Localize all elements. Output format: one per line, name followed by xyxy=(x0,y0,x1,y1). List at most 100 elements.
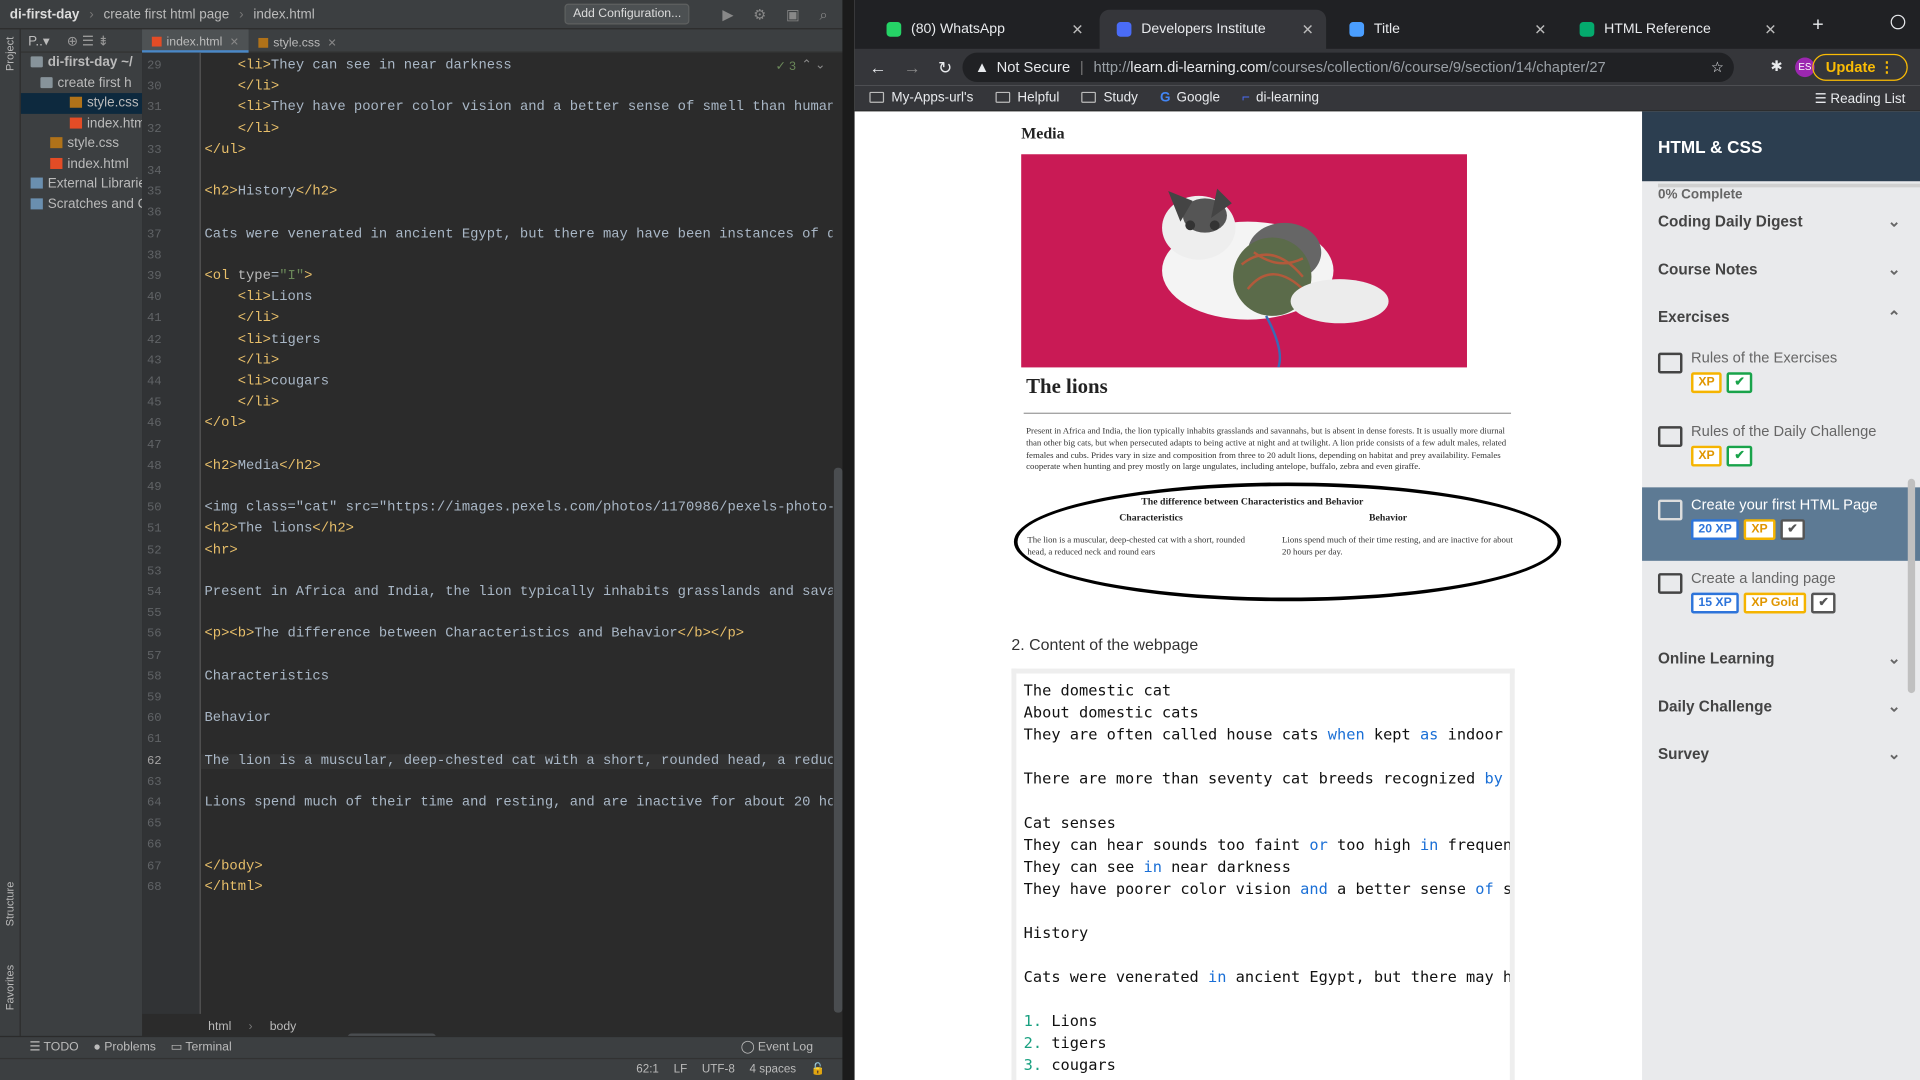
progress-label: 0% Complete xyxy=(1657,183,1920,202)
browser-tab[interactable]: HTML Reference ✕ xyxy=(1562,10,1789,49)
debug-icon[interactable]: ⚙ xyxy=(753,6,776,23)
browser-tab[interactable]: (80) WhatsApp ✕ xyxy=(869,10,1096,49)
tab-style-css[interactable]: style.css ✕ xyxy=(249,29,347,52)
output-line: The domestic cat xyxy=(1023,680,1172,700)
sidebar-section-course-notes[interactable]: Course Notes ⌄ xyxy=(1642,245,1920,293)
indent-setting[interactable]: 4 spaces xyxy=(750,1063,797,1076)
close-icon[interactable]: ✕ xyxy=(1302,21,1314,38)
warning-icon[interactable]: ▲ xyxy=(975,59,990,76)
tree-item[interactable]: style.css xyxy=(20,93,143,114)
event-log-tab[interactable]: ◯ Event Log xyxy=(741,1041,813,1054)
breadcrumb-body[interactable]: body xyxy=(270,1019,297,1032)
search-icon[interactable]: ⌕ xyxy=(820,6,838,23)
breadcrumb-html[interactable]: html xyxy=(208,1019,231,1032)
file-encoding[interactable]: UTF-8 xyxy=(702,1063,735,1076)
project-name[interactable]: di-first-day xyxy=(10,7,80,22)
vertical-scrollbar[interactable] xyxy=(833,467,843,1013)
tab-search-icon[interactable] xyxy=(1890,14,1906,30)
line-number: 42 xyxy=(146,333,162,348)
line-number: 54 xyxy=(146,586,162,601)
structure-tool-tab[interactable]: Structure xyxy=(4,882,16,927)
code-editor[interactable]: index.html ✕ style.css ✕ 29 30 31 32 33 34 35 36 3… xyxy=(142,29,843,1041)
toolbar-icons[interactable]: ▶ ⚙ ▣ ⌕ xyxy=(713,6,838,24)
sidebar-section-survey[interactable]: Survey ⌄ xyxy=(1642,730,1920,778)
xp-badge: ✔ xyxy=(1726,372,1752,394)
chevron-down-icon[interactable]: ⌄ xyxy=(1888,744,1901,763)
browser-tab[interactable]: Title ✕ xyxy=(1332,10,1559,49)
browser-tab[interactable]: Developers Institute ✕ xyxy=(1099,9,1327,49)
panel-title[interactable]: P..▾ xyxy=(28,32,50,49)
close-icon[interactable]: ✕ xyxy=(1764,21,1776,38)
star-icon[interactable]: ☆ xyxy=(1711,59,1724,76)
media-heading: Media xyxy=(1021,123,1065,143)
new-tab-icon[interactable]: + xyxy=(1812,15,1823,37)
tree-item[interactable]: Scratches and C xyxy=(21,194,142,214)
terminal-tab[interactable]: ▭ Terminal xyxy=(171,1041,232,1054)
exercise-item[interactable]: Rules of the Daily Challenge XP ✔ xyxy=(1642,414,1920,487)
extensions-icon[interactable]: ✱ xyxy=(1771,58,1783,75)
reload-icon[interactable]: ↻ xyxy=(938,57,952,78)
chevron-down-icon[interactable]: ⌄ xyxy=(1888,697,1901,715)
tree-item[interactable]: index.html xyxy=(21,154,142,174)
bookmark-di-learning[interactable]: ⌐ di-learning xyxy=(1242,91,1319,106)
exercise-item[interactable]: Create a landing page 15 XP XP Gold ✔ xyxy=(1642,561,1920,634)
update-button[interactable]: Update ⋮ xyxy=(1812,53,1908,81)
exercise-item[interactable]: Create your first HTML Page 20 XP XP ✔ xyxy=(1642,487,1920,561)
code-line: Behavior xyxy=(204,711,271,727)
bookmark-folder[interactable]: Helpful xyxy=(995,91,1059,105)
sidebar-section-coding-daily-digest[interactable]: Coding Daily Digest ⌄ xyxy=(1642,197,1920,245)
xp-badge: ✔ xyxy=(1779,519,1805,541)
problems-tab[interactable]: ● Problems xyxy=(93,1041,156,1054)
sidebar-section-exercises[interactable]: Exercises ⌃ xyxy=(1642,293,1920,341)
bookmark-folder[interactable]: My-Apps-url's xyxy=(869,91,973,105)
line-number: 68 xyxy=(146,881,162,895)
exercise-item[interactable]: Rules of the Exercises XP ✔ xyxy=(1642,340,1920,413)
layout-icon[interactable]: ▣ xyxy=(786,6,810,23)
xp-badge: ✔ xyxy=(1810,592,1836,614)
favorites-tool-tab[interactable]: Favorites xyxy=(4,965,16,1010)
chevron-up-icon[interactable]: ⌃ xyxy=(1888,307,1901,326)
not-secure-label[interactable]: Not Secure xyxy=(997,59,1071,76)
chevron-down-icon[interactable]: ⌄ xyxy=(1888,649,1901,667)
code-area[interactable]: ✓ 3 ⌃ ⌄ <li>They can see in near darknes… xyxy=(200,53,833,1014)
run-icon[interactable]: ▶ xyxy=(722,6,743,23)
tab-index-html[interactable]: index.html ✕ xyxy=(142,29,249,53)
sidebar-scrollbar[interactable] xyxy=(1907,478,1916,694)
library-icon xyxy=(30,177,43,189)
reading-list[interactable]: ☰ Reading List xyxy=(1815,90,1906,106)
todo-tab[interactable]: ☰ TODO xyxy=(29,1041,78,1054)
inspection-nav-icons[interactable]: ⌃ ⌄ xyxy=(801,59,825,72)
xp-badge: 20 XP xyxy=(1691,519,1740,541)
line-number: 53 xyxy=(146,565,162,579)
tree-item[interactable]: index.htm xyxy=(21,113,142,133)
breadcrumb-folder[interactable]: create first html page xyxy=(103,7,229,22)
project-tool-tab[interactable]: Project xyxy=(4,37,16,71)
tree-item[interactable]: External Librarie xyxy=(21,174,142,194)
chevron-down-icon[interactable]: ⌄ xyxy=(1888,260,1901,278)
sidebar-section-daily-challenge[interactable]: Daily Challenge ⌄ xyxy=(1642,682,1920,730)
tree-item[interactable]: style.css xyxy=(21,133,142,153)
tree-item[interactable]: di-first-day ~/ xyxy=(21,53,142,73)
inspection-count[interactable]: ✓ 3 xyxy=(775,60,795,73)
forward-icon[interactable]: → xyxy=(904,58,921,78)
tree-item[interactable]: create first h xyxy=(21,73,142,93)
code-line: </ol> xyxy=(204,416,247,432)
bookmark-google[interactable]: G Google xyxy=(1160,91,1220,106)
close-icon[interactable]: ✕ xyxy=(328,36,337,49)
cursor-position[interactable]: 62:1 xyxy=(636,1063,659,1076)
sidebar-section-online-learning[interactable]: Online Learning ⌄ xyxy=(1642,634,1920,682)
panel-icons[interactable]: ⊕ ☰ ⇟ xyxy=(67,32,109,49)
close-icon[interactable]: ✕ xyxy=(230,35,239,48)
back-icon[interactable]: ← xyxy=(869,58,886,78)
close-icon[interactable]: ✕ xyxy=(1534,21,1546,38)
close-icon[interactable]: ✕ xyxy=(1071,21,1083,38)
lock-icon[interactable]: 🔓 xyxy=(811,1063,826,1076)
code-output-box[interactable]: The domestic cat About domestic cats They … xyxy=(1011,668,1515,1080)
omnibox[interactable]: ▲ Not Secure | http://learn.di-learning.… xyxy=(962,52,1734,83)
add-configuration-button[interactable]: Add Configuration... xyxy=(564,3,690,25)
breadcrumb-file[interactable]: index.html xyxy=(253,7,314,22)
code-line: </li> xyxy=(237,311,280,327)
line-separator[interactable]: LF xyxy=(674,1063,688,1076)
bookmark-folder[interactable]: Study xyxy=(1081,91,1138,105)
chevron-down-icon[interactable]: ⌄ xyxy=(1888,212,1901,230)
